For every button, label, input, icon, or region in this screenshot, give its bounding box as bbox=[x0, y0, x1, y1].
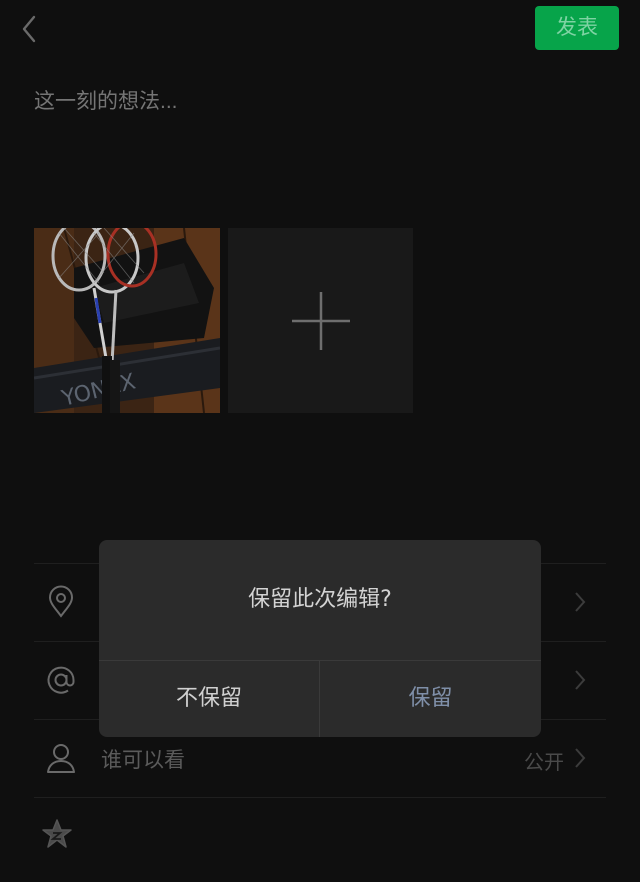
keep-button[interactable]: 保留 bbox=[320, 661, 541, 737]
visibility-value: 公开 bbox=[524, 750, 564, 774]
photo-thumbnail[interactable]: YONEX bbox=[34, 228, 220, 413]
remind-row[interactable] bbox=[0, 797, 640, 875]
discard-button[interactable]: 不保留 bbox=[99, 661, 319, 737]
dialog-message: 保留此次编辑? bbox=[248, 587, 392, 612]
location-pin-icon bbox=[48, 585, 74, 618]
star-icon bbox=[42, 819, 72, 848]
at-icon bbox=[47, 666, 75, 694]
caption-input[interactable] bbox=[34, 82, 604, 122]
add-photo-button[interactable] bbox=[228, 228, 413, 413]
back-button[interactable] bbox=[14, 12, 44, 46]
plus-icon bbox=[291, 291, 350, 350]
chevron-right-icon bbox=[575, 670, 586, 690]
chevron-right-icon bbox=[575, 592, 586, 612]
chevron-left-icon bbox=[22, 15, 36, 43]
chevron-right-icon bbox=[575, 748, 586, 768]
person-icon bbox=[47, 744, 75, 773]
post-button[interactable]: 发表 bbox=[535, 6, 619, 50]
badminton-photo-image: YONEX bbox=[34, 228, 220, 413]
moments-compose-screen: 发表 YONEX bbox=[0, 0, 640, 882]
visibility-label: 谁可以看 bbox=[101, 748, 185, 772]
save-draft-dialog: 保留此次编辑? 不保留 保留 bbox=[99, 540, 541, 737]
